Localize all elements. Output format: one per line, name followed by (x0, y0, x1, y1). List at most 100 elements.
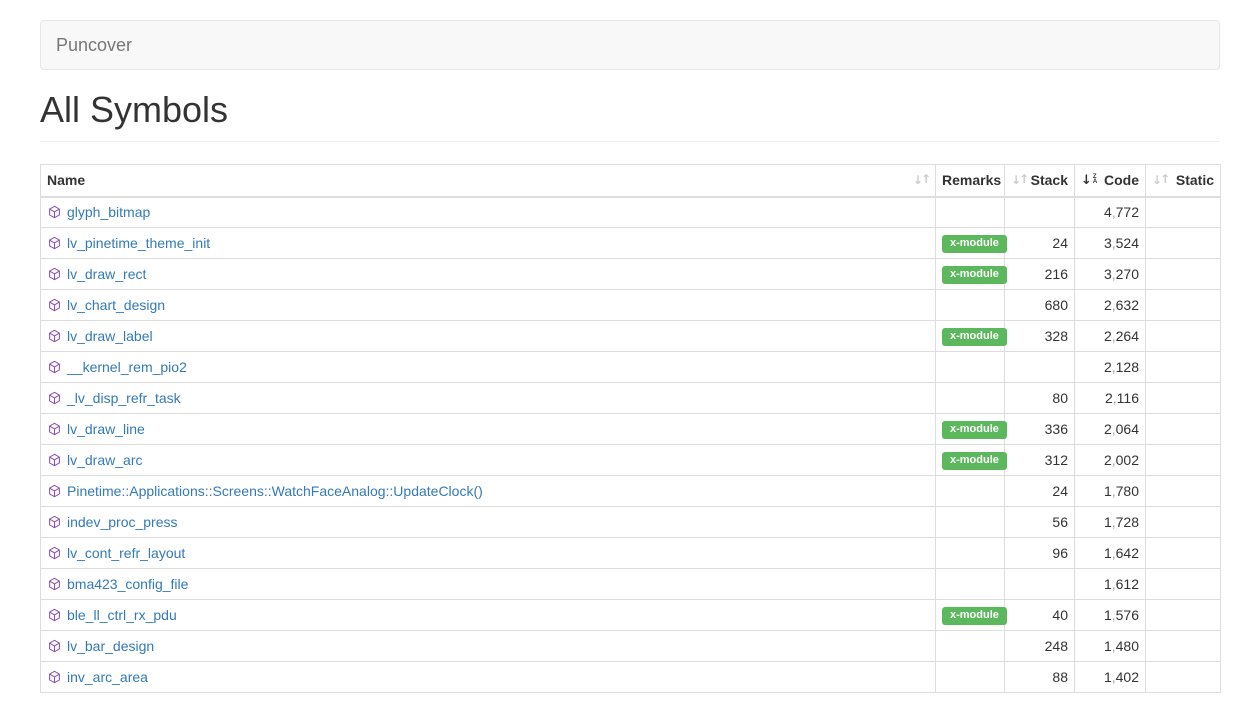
code-cell: 2,264 (1075, 321, 1146, 352)
package-icon (48, 422, 61, 436)
symbol-link[interactable]: indev_proc_press (67, 514, 178, 530)
stack-cell: 80 (1005, 383, 1075, 414)
package-icon (48, 329, 61, 343)
package-icon (48, 546, 61, 560)
code-cell: 1,402 (1075, 662, 1146, 693)
table-row: lv_draw_line x-module 336 2,064 (41, 414, 1221, 445)
name-cell: lv_chart_design (41, 290, 936, 321)
stack-cell: 336 (1005, 414, 1075, 445)
remarks-cell (936, 383, 1005, 414)
name-cell: bma423_config_file (41, 569, 936, 600)
x-module-badge: x-module (942, 452, 1007, 470)
stack-cell (1005, 352, 1075, 383)
name-cell: lv_draw_rect (41, 259, 936, 290)
symbol-link[interactable]: lv_bar_design (67, 638, 154, 654)
remarks-cell (936, 631, 1005, 662)
remarks-cell (936, 476, 1005, 507)
name-cell: __kernel_rem_pio2 (41, 352, 936, 383)
table-row: lv_draw_rect x-module 216 3,270 (41, 259, 1221, 290)
name-cell: lv_draw_arc (41, 445, 936, 476)
table-row: Pinetime::Applications::Screens::WatchFa… (41, 476, 1221, 507)
static-cell (1146, 414, 1221, 445)
navbar: Puncover (40, 20, 1220, 70)
static-cell (1146, 445, 1221, 476)
remarks-cell (936, 290, 1005, 321)
name-cell: Pinetime::Applications::Screens::WatchFa… (41, 476, 936, 507)
column-header-stack[interactable]: ↓↑Stack (1005, 165, 1075, 197)
name-cell: indev_proc_press (41, 507, 936, 538)
name-cell: lv_pinetime_theme_init (41, 228, 936, 259)
page-title: All Symbols (40, 89, 1220, 131)
table-header-row: Name↓↑Remarks↓↑Stack↓ZACode↓↑Static (41, 165, 1221, 197)
package-icon (48, 205, 61, 219)
symbol-link[interactable]: _lv_disp_refr_task (67, 390, 181, 406)
table-row: lv_draw_label x-module 328 2,264 (41, 321, 1221, 352)
table-row: lv_chart_design 680 2,632 (41, 290, 1221, 321)
code-cell: 1,780 (1075, 476, 1146, 507)
symbol-link[interactable]: __kernel_rem_pio2 (67, 359, 187, 375)
stack-cell (1005, 569, 1075, 600)
stack-cell: 216 (1005, 259, 1075, 290)
package-icon (48, 267, 61, 281)
static-cell (1146, 228, 1221, 259)
table-row: lv_draw_arc x-module 312 2,002 (41, 445, 1221, 476)
code-cell: 2,632 (1075, 290, 1146, 321)
name-cell: inv_arc_area (41, 662, 936, 693)
table-row: lv_bar_design 248 1,480 (41, 631, 1221, 662)
static-cell (1146, 383, 1221, 414)
table-row: inv_arc_area 88 1,402 (41, 662, 1221, 693)
symbol-link[interactable]: lv_draw_line (67, 421, 145, 437)
table-row: __kernel_rem_pio2 2,128 (41, 352, 1221, 383)
navbar-brand[interactable]: Puncover (41, 21, 147, 69)
column-label: Static (1176, 172, 1214, 188)
column-label: Name (47, 172, 85, 188)
stack-cell (1005, 197, 1075, 228)
package-icon (48, 236, 61, 250)
package-icon (48, 608, 61, 622)
sort-icon: ↓↑ (913, 174, 929, 186)
symbol-link[interactable]: lv_draw_label (67, 328, 153, 344)
column-header-static[interactable]: ↓↑ Static (1146, 165, 1221, 197)
remarks-cell (936, 538, 1005, 569)
table-row: _lv_disp_refr_task 80 2,116 (41, 383, 1221, 414)
x-module-badge: x-module (942, 328, 1007, 346)
symbol-link[interactable]: lv_cont_refr_layout (67, 545, 185, 561)
symbol-link[interactable]: lv_draw_arc (67, 452, 142, 468)
symbol-link[interactable]: lv_pinetime_theme_init (67, 235, 210, 251)
table-row: indev_proc_press 56 1,728 (41, 507, 1221, 538)
code-cell: 4,772 (1075, 197, 1146, 228)
static-cell (1146, 476, 1221, 507)
symbol-link[interactable]: ble_ll_ctrl_rx_pdu (67, 607, 177, 623)
static-cell (1146, 321, 1221, 352)
package-icon (48, 639, 61, 653)
column-header-name[interactable]: Name ↓↑ (41, 165, 936, 197)
table-row: lv_pinetime_theme_init x-module 24 3,524 (41, 228, 1221, 259)
x-module-badge: x-module (942, 266, 1007, 284)
symbol-link[interactable]: bma423_config_file (67, 576, 188, 592)
name-cell: lv_cont_refr_layout (41, 538, 936, 569)
symbol-link[interactable]: Pinetime::Applications::Screens::WatchFa… (67, 483, 483, 499)
code-cell: 1,728 (1075, 507, 1146, 538)
sort-icon: ↓↑ (1152, 174, 1168, 186)
page-container: Puncover All Symbols Name↓↑Remarks↓↑Stac… (0, 20, 1260, 693)
column-label: Stack (1031, 172, 1068, 188)
package-icon (48, 298, 61, 312)
static-cell (1146, 507, 1221, 538)
package-icon (48, 577, 61, 591)
symbols-table: Name↓↑Remarks↓↑Stack↓ZACode↓↑Static glyp… (40, 164, 1221, 693)
static-cell (1146, 197, 1221, 228)
symbol-link[interactable]: inv_arc_area (67, 669, 148, 685)
symbol-link[interactable]: glyph_bitmap (67, 204, 150, 220)
remarks-cell (936, 352, 1005, 383)
stack-cell: 328 (1005, 321, 1075, 352)
code-cell: 2,116 (1075, 383, 1146, 414)
stack-cell: 40 (1005, 600, 1075, 631)
package-icon (48, 360, 61, 374)
symbol-link[interactable]: lv_chart_design (67, 297, 165, 313)
remarks-cell: x-module (936, 259, 1005, 290)
column-header-code[interactable]: ↓ZACode (1075, 165, 1146, 197)
static-cell (1146, 600, 1221, 631)
stack-cell: 312 (1005, 445, 1075, 476)
symbol-link[interactable]: lv_draw_rect (67, 266, 146, 282)
static-cell (1146, 662, 1221, 693)
